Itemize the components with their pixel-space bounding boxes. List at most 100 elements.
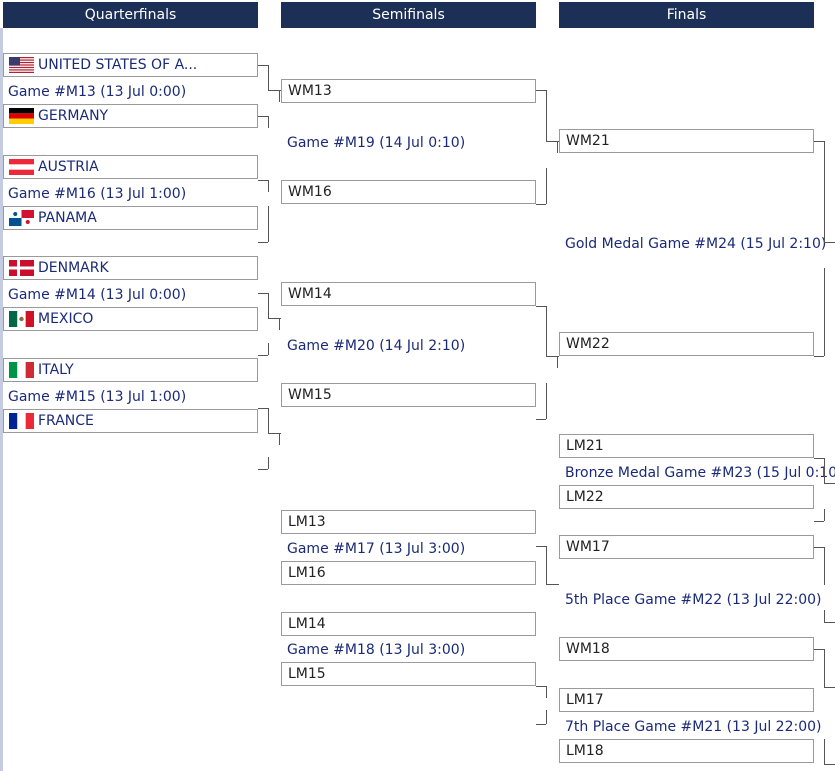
game-link-m16[interactable]: Game #M16 (13 Jul 1:00)	[8, 185, 186, 203]
connector	[814, 458, 824, 459]
connector	[814, 649, 824, 650]
team-denmark[interactable]: DENMARK	[3, 256, 258, 280]
connector	[557, 356, 558, 368]
slot-lm13[interactable]: LM13	[281, 510, 536, 534]
slot-wm21[interactable]: WM21	[559, 129, 814, 153]
connector	[824, 610, 825, 622]
game-link-m20[interactable]: Game #M20 (14 Jul 2:10)	[287, 337, 465, 355]
connector	[268, 206, 269, 231]
connector	[258, 116, 268, 117]
game-link-5th-place[interactable]: 5th Place Game #M22 (13 Jul 22:00)	[565, 591, 821, 609]
connector	[536, 546, 546, 547]
game-link-m15[interactable]: Game #M15 (13 Jul 1:00)	[8, 388, 186, 406]
team-italy[interactable]: ITALY	[3, 358, 258, 382]
slot-lm17[interactable]: LM17	[559, 688, 814, 712]
team-name: UNITED STATES OF A...	[38, 57, 198, 73]
austria-flag-icon	[9, 159, 34, 175]
team-france[interactable]: FRANCE	[3, 409, 258, 433]
slot-wm14[interactable]: WM14	[281, 282, 536, 306]
connector	[268, 65, 269, 90]
connector	[279, 90, 280, 102]
connector	[546, 686, 547, 698]
team-germany[interactable]: GERMANY	[3, 104, 258, 128]
slot-lm22[interactable]: LM22	[559, 485, 814, 509]
connector	[814, 356, 824, 357]
connector	[536, 204, 546, 205]
connector	[546, 710, 547, 724]
team-mexico[interactable]: MEXICO	[3, 307, 258, 331]
slot-wm16[interactable]: WM16	[281, 180, 536, 204]
france-flag-icon	[9, 413, 34, 429]
team-austria[interactable]: AUSTRIA	[3, 155, 258, 179]
team-name: FRANCE	[38, 413, 94, 429]
mexico-flag-icon	[9, 311, 34, 327]
connector	[546, 584, 559, 585]
connector	[824, 141, 825, 242]
game-link-m13[interactable]: Game #M13 (13 Jul 0:00)	[8, 83, 186, 101]
connector	[536, 724, 546, 725]
slot-lm21[interactable]: LM21	[559, 434, 814, 458]
slot-lm15[interactable]: LM15	[281, 662, 536, 686]
connector	[546, 306, 547, 356]
game-link-gold-medal[interactable]: Gold Medal Game #M24 (15 Jul 2:10)	[565, 235, 826, 253]
game-link-bronze-medal[interactable]: Bronze Medal Game #M23 (15 Jul 0:10)	[565, 464, 835, 482]
connector	[268, 180, 269, 192]
team-name: MEXICO	[38, 311, 94, 327]
connector	[824, 509, 825, 521]
connector	[536, 306, 546, 307]
connector	[824, 649, 825, 687]
slot-wm18[interactable]: WM18	[559, 637, 814, 661]
germany-flag-icon	[9, 108, 34, 124]
team-panama[interactable]: PANAMA	[3, 206, 258, 230]
connector	[824, 483, 835, 484]
connector	[814, 141, 824, 142]
connector	[258, 242, 268, 243]
connector	[268, 230, 269, 242]
connector	[824, 458, 825, 483]
connector	[557, 141, 558, 153]
quarterfinals-header: Quarterfinals	[3, 2, 258, 28]
connector	[824, 242, 835, 243]
connector	[824, 739, 825, 764]
connector	[546, 546, 547, 584]
game-link-m14[interactable]: Game #M14 (13 Jul 0:00)	[8, 286, 186, 304]
slot-lm16[interactable]: LM16	[281, 561, 536, 585]
connector	[536, 686, 546, 687]
left-edge-bar	[0, 28, 3, 771]
slot-wm17[interactable]: WM17	[559, 535, 814, 559]
game-link-7th-place[interactable]: 7th Place Game #M21 (13 Jul 22:00)	[565, 718, 821, 736]
slot-wm13[interactable]: WM13	[281, 79, 536, 103]
connector	[258, 293, 268, 294]
connector	[268, 116, 269, 128]
panama-flag-icon	[9, 210, 34, 226]
connector	[279, 318, 280, 330]
denmark-flag-icon	[9, 260, 34, 276]
game-link-m19[interactable]: Game #M19 (14 Jul 0:10)	[287, 134, 465, 152]
connector	[258, 180, 268, 181]
team-usa[interactable]: UNITED STATES OF A...	[3, 53, 258, 77]
connector	[824, 687, 835, 688]
usa-flag-icon	[9, 57, 34, 73]
connector	[814, 521, 824, 522]
connector	[814, 547, 824, 548]
semifinals-header: Semifinals	[281, 2, 536, 28]
team-name: AUSTRIA	[38, 159, 99, 175]
connector	[258, 355, 268, 356]
connector	[546, 383, 547, 419]
connector	[258, 65, 268, 66]
game-link-m17[interactable]: Game #M17 (13 Jul 3:00)	[287, 540, 465, 558]
connector	[546, 90, 547, 141]
connector	[546, 168, 547, 204]
connector	[268, 408, 269, 433]
connector	[824, 764, 835, 765]
slot-wm22[interactable]: WM22	[559, 332, 814, 356]
connector	[279, 433, 280, 445]
connector	[536, 90, 546, 91]
game-link-m18[interactable]: Game #M18 (13 Jul 3:00)	[287, 641, 465, 659]
connector	[824, 268, 825, 356]
slot-lm14[interactable]: LM14	[281, 612, 536, 636]
slot-wm15[interactable]: WM15	[281, 383, 536, 407]
connector	[258, 469, 268, 470]
connector	[824, 547, 825, 585]
slot-lm18[interactable]: LM18	[559, 739, 814, 763]
